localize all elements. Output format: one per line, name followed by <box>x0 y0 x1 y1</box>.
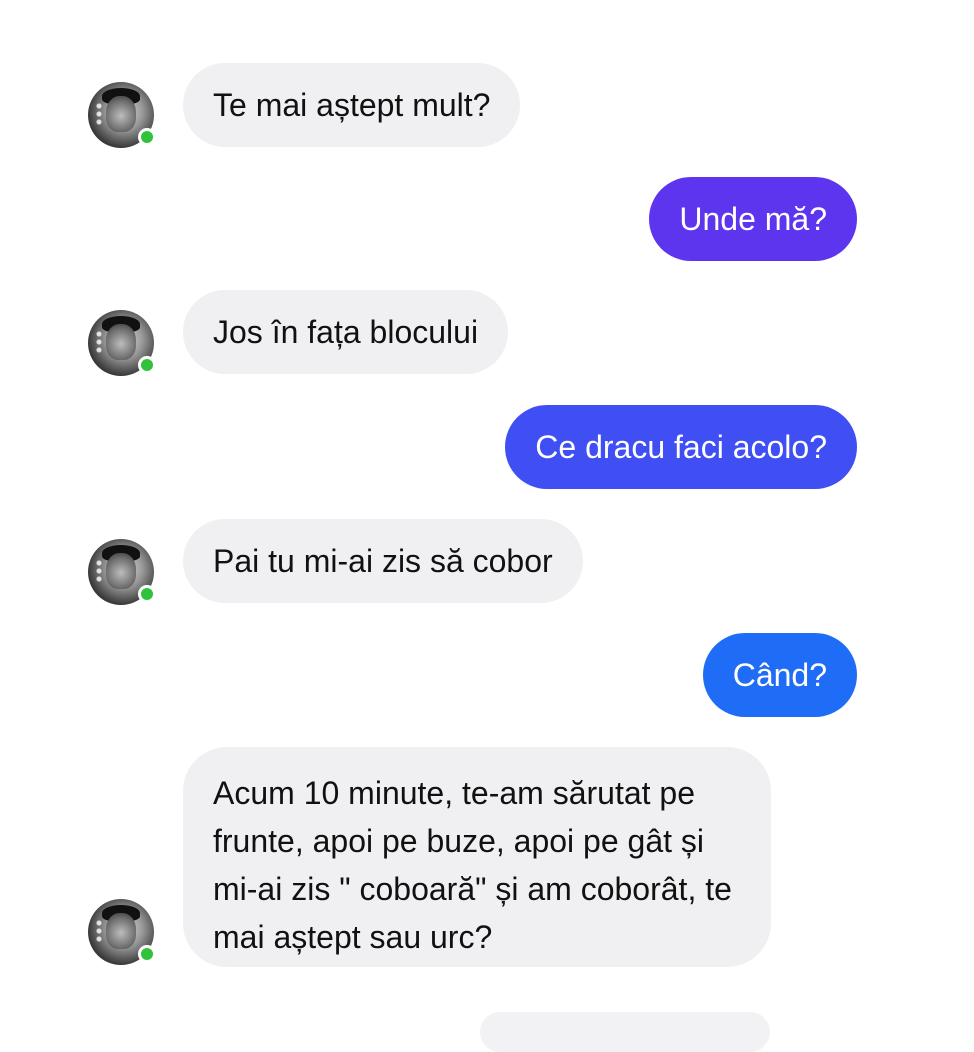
message-row: Te mai aștept mult? <box>0 60 974 150</box>
message-row: Unde mă? <box>0 177 974 263</box>
message-row: Pai tu mi-ai zis să cobor <box>0 519 974 609</box>
message-text: Ce dracu faci acolo? <box>535 429 827 465</box>
avatar-dots <box>94 330 104 354</box>
online-status-icon <box>138 128 156 146</box>
message-row: Când? <box>0 633 974 719</box>
contact-avatar[interactable] <box>88 82 156 148</box>
outgoing-message-bubble[interactable]: Când? <box>702 633 857 717</box>
avatar-dots <box>94 919 104 943</box>
message-text: Jos în fața blocului <box>213 314 479 350</box>
avatar-face <box>106 324 136 360</box>
avatar-face <box>106 96 136 132</box>
incoming-message-bubble[interactable]: Acum 10 minute, te-am sărutat pe frunte,… <box>183 747 771 967</box>
avatar-dots <box>94 102 104 126</box>
incoming-message-bubble[interactable]: Te mai aștept mult? <box>183 63 521 147</box>
avatar-face <box>106 553 136 589</box>
avatar-face <box>106 913 136 949</box>
message-row: Acum 10 minute, te-am sărutat pe frunte,… <box>0 747 974 972</box>
incoming-message-bubble[interactable]: Pai tu mi-ai zis să cobor <box>183 519 583 603</box>
message-text: Pai tu mi-ai zis să cobor <box>213 543 553 579</box>
outgoing-message-bubble[interactable]: Ce dracu faci acolo? <box>505 405 857 489</box>
message-text: Acum 10 minute, te-am sărutat pe frunte,… <box>213 775 732 955</box>
contact-avatar[interactable] <box>88 310 156 376</box>
message-text: Când? <box>732 657 827 693</box>
message-text: Unde mă? <box>679 201 827 237</box>
message-row: Jos în fața blocului <box>0 290 974 380</box>
incoming-message-bubble[interactable]: Jos în fața blocului <box>183 290 509 374</box>
contact-avatar[interactable] <box>88 899 156 965</box>
partial-next-bubble <box>480 1012 770 1052</box>
message-text: Te mai aștept mult? <box>213 87 491 123</box>
chat-thread: Te mai aștept mult? Unde mă? Jos în fața… <box>0 0 974 1052</box>
online-status-icon <box>138 585 156 603</box>
contact-avatar[interactable] <box>88 539 156 605</box>
online-status-icon <box>138 945 156 963</box>
outgoing-message-bubble[interactable]: Unde mă? <box>649 177 857 261</box>
avatar-dots <box>94 559 104 583</box>
online-status-icon <box>138 356 156 374</box>
message-row: Ce dracu faci acolo? <box>0 405 974 491</box>
